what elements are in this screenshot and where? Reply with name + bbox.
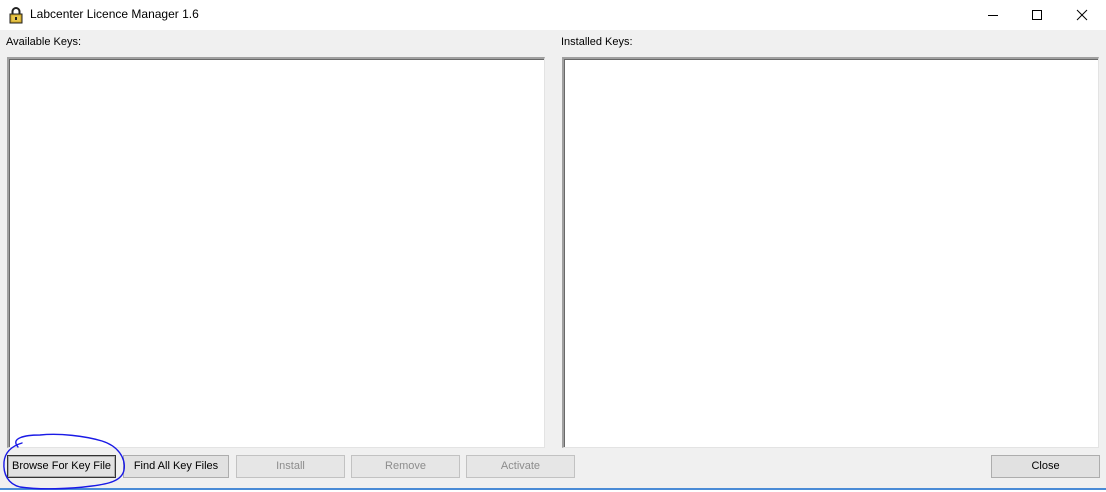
- installed-keys-label: Installed Keys:: [561, 36, 633, 48]
- available-keys-label: Available Keys:: [6, 36, 82, 48]
- install-button[interactable]: Install: [236, 455, 345, 478]
- installed-keys-list[interactable]: [562, 57, 1099, 448]
- remove-button[interactable]: Remove: [351, 455, 460, 478]
- close-button[interactable]: Close: [991, 455, 1100, 478]
- client-area: Available Keys: Installed Keys: Browse F…: [0, 30, 1106, 488]
- activate-button[interactable]: Activate: [466, 455, 575, 478]
- minimize-button[interactable]: [970, 0, 1016, 30]
- licence-manager-window: Labcenter Licence Manager 1.6 Available …: [0, 0, 1106, 490]
- maximize-icon: [1032, 10, 1042, 20]
- close-window-button[interactable]: [1059, 0, 1105, 30]
- minimize-icon: [988, 15, 998, 16]
- window-title: Labcenter Licence Manager 1.6: [30, 7, 199, 21]
- close-icon: [1076, 9, 1088, 21]
- maximize-button[interactable]: [1014, 0, 1060, 30]
- find-all-key-files-button[interactable]: Find All Key Files: [123, 455, 229, 478]
- padlock-icon: [9, 6, 23, 24]
- title-bar[interactable]: Labcenter Licence Manager 1.6: [0, 0, 1106, 30]
- browse-key-file-button[interactable]: Browse For Key File: [7, 455, 116, 478]
- available-keys-list[interactable]: [7, 57, 545, 448]
- window-bottom-edge: [0, 488, 1106, 490]
